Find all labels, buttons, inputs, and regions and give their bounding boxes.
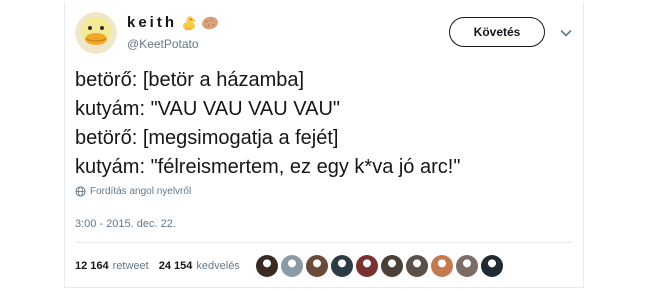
follow-button[interactable]: Követés: [449, 17, 545, 47]
liker-avatar[interactable]: [480, 255, 503, 277]
user-handle[interactable]: @KeetPotato: [127, 37, 199, 51]
tweet-line: betörő: [betör a házamba]: [75, 69, 305, 91]
tweet-text: betörő: [betör a házamba] kutyám: "VAU V…: [75, 66, 575, 182]
tweet-line: betörő: [megsimogatja a fejét]: [75, 127, 339, 149]
tweet-line: kutyám: "félreismertem, ez egy k*va jó a…: [75, 156, 461, 178]
chick-icon: [181, 15, 197, 31]
liker-avatar[interactable]: [255, 255, 278, 277]
retweet-count: 12 164: [75, 260, 109, 272]
stats-row: 12 164 retweet 24 154 kedvelés: [75, 255, 506, 277]
liker-avatar[interactable]: [355, 255, 378, 277]
divider: [75, 242, 573, 243]
retweet-stat[interactable]: 12 164 retweet: [75, 260, 149, 272]
translate-link[interactable]: Fordítás angol nyelvről: [75, 186, 191, 197]
globe-icon: [75, 186, 86, 197]
like-count: 24 154: [158, 260, 193, 272]
tweet-line: kutyám: "VAU VAU VAU VAU": [75, 98, 340, 120]
potato-icon: [201, 15, 219, 31]
chevron-down-icon[interactable]: [559, 26, 573, 40]
liker-avatar[interactable]: [380, 255, 403, 277]
avatar[interactable]: [75, 12, 117, 54]
liker-avatar[interactable]: [455, 255, 478, 277]
liker-avatars: [255, 255, 506, 277]
liker-avatar[interactable]: [280, 255, 303, 277]
display-name[interactable]: keith: [127, 14, 177, 31]
like-label: kedvelés: [196, 260, 240, 272]
translate-label: Fordítás angol nyelvről: [90, 186, 192, 197]
liker-avatar[interactable]: [430, 255, 453, 277]
like-stat[interactable]: 24 154 kedvelés: [159, 260, 240, 272]
tweet-card: keith @KeetPotato Követés betörő: [betör…: [64, 2, 584, 288]
retweet-label: retweet: [112, 260, 149, 272]
liker-avatar[interactable]: [405, 255, 428, 277]
liker-avatar[interactable]: [305, 255, 328, 277]
liker-avatar[interactable]: [330, 255, 353, 277]
name-row: keith: [127, 14, 219, 31]
timestamp[interactable]: 3:00 - 2015. dec. 22.: [75, 218, 176, 230]
